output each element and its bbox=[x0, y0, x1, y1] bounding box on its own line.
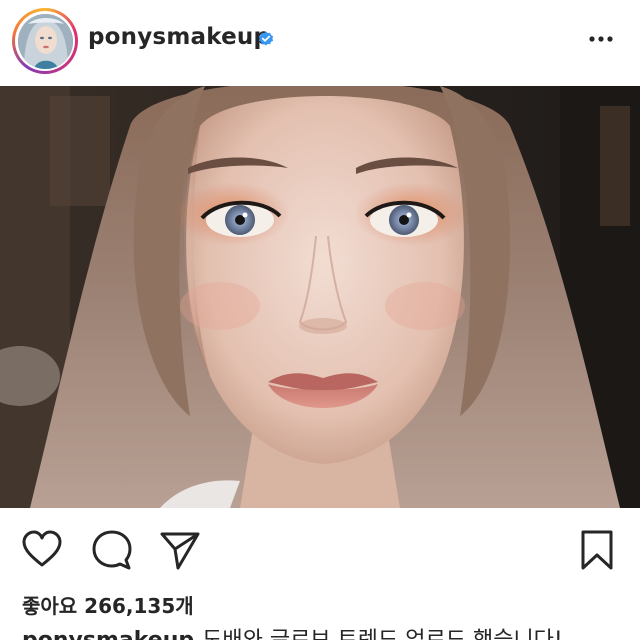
action-bar bbox=[0, 520, 640, 576]
avatar-frame bbox=[15, 11, 75, 71]
story-ring[interactable] bbox=[12, 8, 78, 74]
more-dots-icon[interactable] bbox=[586, 24, 616, 54]
likes-count[interactable]: 좋아요 266,135개 bbox=[22, 590, 194, 619]
post-photo[interactable] bbox=[0, 86, 640, 508]
caption: ponysmakeup 도배와 글로브 트렌드 업로드 했습니다! bbox=[22, 626, 622, 640]
avatar[interactable] bbox=[17, 13, 73, 69]
caption-username[interactable]: ponysmakeup bbox=[22, 628, 194, 640]
caption-text: 도배와 글로브 트렌드 업로드 했습니다! bbox=[202, 628, 563, 640]
post-header: ponysmakeup bbox=[0, 0, 640, 84]
avatar-portrait bbox=[17, 13, 73, 69]
send-icon[interactable] bbox=[158, 528, 202, 572]
likes-label: 좋아요 bbox=[22, 594, 78, 618]
portrait-image bbox=[0, 86, 640, 508]
username[interactable]: ponysmakeup bbox=[88, 24, 270, 50]
verified-badge-icon bbox=[258, 31, 274, 46]
likes-number: 266,135개 bbox=[84, 594, 194, 618]
comment-icon[interactable] bbox=[90, 528, 134, 572]
bookmark-icon[interactable] bbox=[575, 528, 619, 572]
heart-icon[interactable] bbox=[20, 528, 64, 572]
